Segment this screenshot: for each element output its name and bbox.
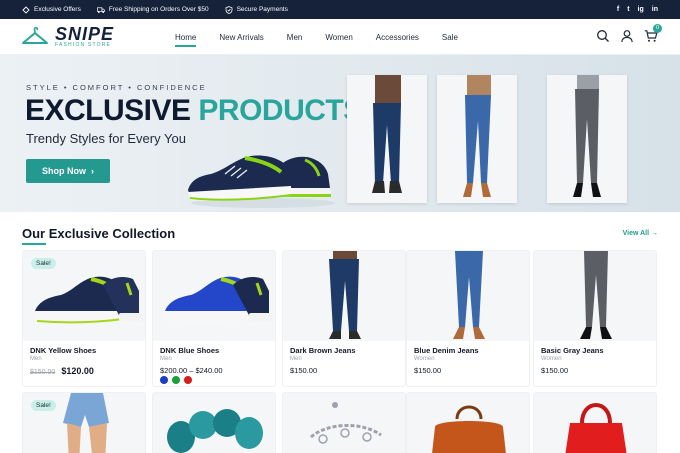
product-card-dnk-yellow-shoes[interactable]: Sale! DNK Yellow Shoes Men $150.00 $120.… (22, 250, 146, 387)
hero-photo-blue-jeans (437, 75, 517, 203)
product-name[interactable]: Blue Denim Jeans (414, 346, 479, 355)
exclusive-offers-label: Exclusive Offers (34, 6, 81, 13)
product-image[interactable]: Sale! (23, 251, 145, 341)
product-name[interactable]: DNK Blue Shoes (160, 346, 219, 355)
top-announcement-bar: Exclusive Offers Free Shipping on Orders… (0, 0, 680, 19)
product-card-basic-gray-jeans[interactable]: Basic Gray Jeans Women $150.00 (533, 250, 657, 387)
swatch-blue[interactable] (160, 376, 168, 384)
hero-photo-brown-jeans (347, 75, 427, 203)
logo-name: SNIPE (55, 24, 115, 44)
product-card-orange-handbag[interactable] (406, 392, 530, 453)
shop-now-label: Shop Now (42, 166, 86, 176)
twitter-icon[interactable]: t (627, 6, 629, 13)
sale-price: $120.00 (61, 366, 94, 376)
hero-sneakers-image (188, 155, 335, 208)
section-title-underline (22, 243, 46, 245)
linkedin-icon[interactable]: in (652, 6, 658, 13)
hero-photo-gray-jeans (547, 75, 627, 203)
instagram-icon[interactable]: ig (638, 6, 644, 13)
product-category: Men (160, 356, 172, 362)
header-actions: 0 (596, 24, 662, 43)
product-category: Women (414, 356, 435, 362)
nav-accessories[interactable]: Accessories (376, 33, 419, 42)
swatch-red[interactable] (184, 376, 192, 384)
nav-sale[interactable]: Sale (442, 33, 458, 42)
search-icon[interactable] (596, 29, 610, 43)
facebook-icon[interactable]: f (617, 6, 619, 13)
shield-icon (225, 5, 233, 14)
cart-icon[interactable]: 0 (644, 24, 662, 43)
nav-women[interactable]: Women (325, 33, 352, 42)
product-image[interactable] (534, 251, 656, 341)
product-image[interactable] (153, 251, 275, 341)
exclusive-collection-section: Our Exclusive Collection View All → Sale… (0, 212, 680, 453)
secure-payments-item[interactable]: Secure Payments (225, 5, 288, 14)
product-card-turquoise-bracelet[interactable] (152, 392, 276, 453)
social-links: f t ig in (617, 6, 658, 13)
product-card-dark-brown-jeans[interactable]: Dark Brown Jeans Men $150.00 (282, 250, 406, 387)
color-swatches (160, 376, 192, 384)
hero-banner: STYLE • COMFORT • CONFIDENCE EXCLUSIVE P… (0, 55, 680, 212)
hero-title-part2: PRODUCTS (198, 94, 363, 127)
swatch-green[interactable] (172, 376, 180, 384)
sale-badge: Sale! (31, 400, 56, 411)
product-price: $200.00 – $240.00 (160, 366, 223, 375)
product-card-silver-bracelet[interactable] (282, 392, 406, 453)
nav-new-arrivals[interactable]: New Arrivals (219, 33, 263, 42)
product-image (432, 405, 506, 453)
cart-count-badge: 0 (653, 24, 662, 33)
product-image (310, 402, 382, 444)
hero-title: EXCLUSIVE PRODUCTS (25, 94, 363, 128)
nav-men[interactable]: Men (287, 33, 303, 42)
product-price: $150.00 $120.00 (30, 366, 94, 376)
user-icon[interactable] (620, 29, 634, 43)
product-name[interactable]: Dark Brown Jeans (290, 346, 355, 355)
sale-badge: Sale! (31, 258, 56, 269)
old-price: $150.00 (30, 369, 56, 376)
shop-now-button[interactable]: Shop Now › (26, 159, 110, 183)
product-image (167, 409, 263, 453)
product-card-red-handbag[interactable] (533, 392, 657, 453)
hanger-icon (22, 26, 48, 44)
main-nav: Home New Arrivals Men Women Accessories … (175, 19, 481, 55)
product-price: $150.00 (290, 366, 318, 375)
product-category: Men (30, 356, 42, 362)
product-name[interactable]: DNK Yellow Shoes (30, 346, 96, 355)
product-price: $150.00 (541, 366, 569, 375)
product-name[interactable]: Basic Gray Jeans (541, 346, 604, 355)
logo-subtitle: FASHION STORE (55, 42, 112, 48)
hero-tagline: STYLE • COMFORT • CONFIDENCE (26, 83, 207, 92)
truck-icon (96, 6, 105, 14)
product-image (565, 403, 627, 453)
logo[interactable]: SNIPE FASHION STORE (21, 24, 115, 48)
free-shipping-label: Free Shipping on Orders Over $50 (108, 6, 209, 13)
product-category: Women (541, 356, 562, 362)
hero-title-part1: EXCLUSIVE (25, 94, 191, 127)
product-category: Men (290, 356, 302, 362)
exclusive-offers-item[interactable]: Exclusive Offers (22, 5, 81, 14)
secure-payments-label: Secure Payments (236, 6, 288, 13)
section-title: Our Exclusive Collection (22, 226, 176, 241)
nav-home[interactable]: Home (175, 33, 197, 47)
view-all-link[interactable]: View All → (623, 230, 658, 237)
product-card-denim-shorts[interactable]: Sale! (22, 392, 146, 453)
product-card-blue-denim-jeans[interactable]: Blue Denim Jeans Women $150.00 (406, 250, 530, 387)
chevron-right-icon: › (91, 166, 94, 176)
product-image[interactable] (407, 251, 529, 341)
product-image[interactable] (283, 251, 405, 341)
product-price: $150.00 (414, 366, 442, 375)
hero-subtitle: Trendy Styles for Every You (26, 131, 186, 146)
product-card-dnk-blue-shoes[interactable]: DNK Blue Shoes Men $200.00 – $240.00 (152, 250, 276, 387)
tag-icon (22, 5, 30, 14)
site-header: SNIPE FASHION STORE Home New Arrivals Me… (0, 19, 680, 55)
free-shipping-item[interactable]: Free Shipping on Orders Over $50 (96, 6, 209, 14)
